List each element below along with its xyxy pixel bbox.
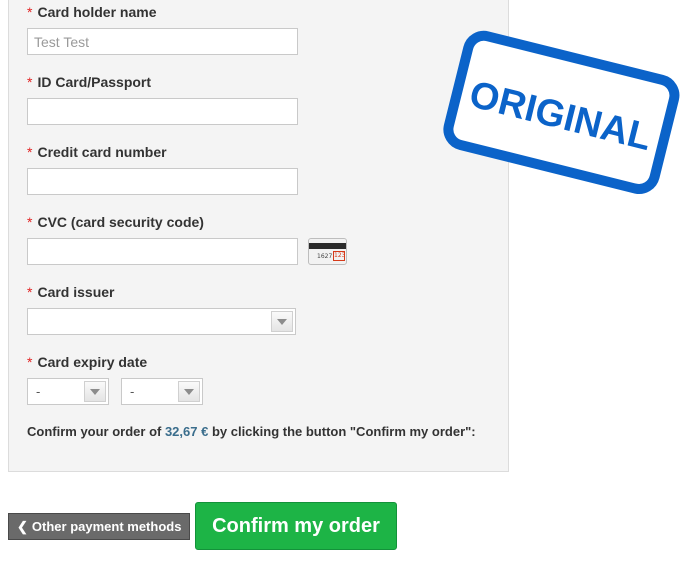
card-number-input[interactable] [27, 168, 298, 195]
required-marker: * [27, 214, 33, 230]
card-number-label: * Credit card number [27, 144, 167, 160]
other-payment-methods-label: Other payment methods [31, 519, 182, 534]
chevron-down-icon [90, 389, 100, 395]
required-marker: * [27, 284, 33, 300]
chevron-down-icon [184, 389, 194, 395]
expiry-month-dropdown-button[interactable] [84, 381, 106, 402]
id-card-input[interactable] [27, 98, 298, 125]
expiry-year-select[interactable]: - [121, 378, 203, 405]
required-marker: * [27, 4, 33, 20]
card-issuer-dropdown-button[interactable] [271, 311, 293, 332]
card-issuer-label: * Card issuer [27, 284, 115, 300]
original-stamp-graphic: ORIGINAL [443, 30, 680, 195]
card-issuer-select[interactable] [27, 308, 296, 335]
id-card-label: * ID Card/Passport [27, 74, 152, 90]
expiry-year-value: - [130, 384, 135, 399]
card-holder-input[interactable] [27, 28, 298, 55]
card-holder-label: * Card holder name [27, 4, 157, 20]
expiry-month-select[interactable]: - [27, 378, 109, 405]
order-amount: 32,67 € [164, 424, 209, 439]
required-marker: * [27, 74, 33, 90]
required-marker: * [27, 354, 33, 370]
required-marker: * [27, 144, 33, 160]
chevron-down-icon [277, 319, 287, 325]
other-payment-methods-button[interactable]: ❮ Other payment methods [8, 513, 190, 540]
cvc-input[interactable] [27, 238, 298, 265]
card-icon-digits: 1627 [317, 253, 333, 260]
expiry-year-dropdown-button[interactable] [178, 381, 200, 402]
expiry-label: * Card expiry date [27, 354, 148, 370]
cvc-label: * CVC (card security code) [27, 214, 204, 230]
confirm-order-text: Confirm your order of 32,67 € by clickin… [27, 424, 476, 439]
expiry-month-value: - [36, 384, 41, 399]
magnetic-stripe [309, 243, 346, 249]
chevron-left-icon: ❮ [17, 518, 28, 534]
confirm-order-label: Confirm my order [212, 515, 380, 537]
card-icon-code: 123 [333, 251, 346, 261]
card-back-cvc-icon: 1627 123 [308, 238, 347, 265]
original-stamp: ORIGINAL [432, 28, 687, 208]
confirm-order-button[interactable]: Confirm my order [195, 502, 397, 550]
